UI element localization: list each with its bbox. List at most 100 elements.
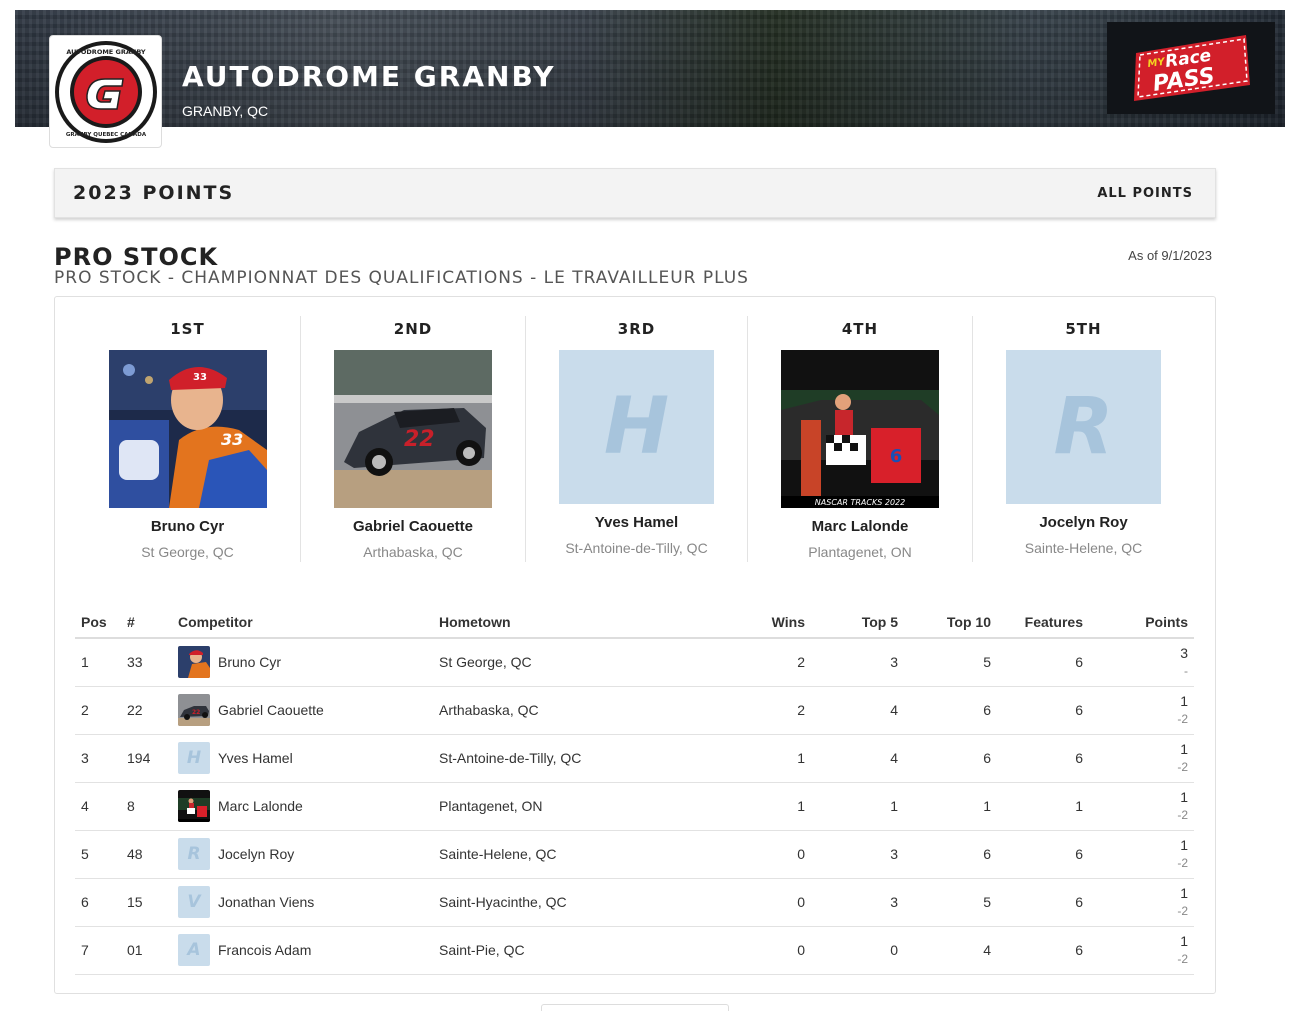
cell-number: 22: [121, 686, 172, 735]
table-row[interactable]: 2 22 22 Gabriel Caouette Arthabaska, QC …: [75, 686, 1194, 735]
cell-points: 1: [1180, 885, 1188, 901]
points-behind: -2: [1177, 712, 1188, 726]
granby-logo-icon: AUTODROME GRANBY GRANBY QUEBEC CANADA: [54, 40, 157, 143]
cell-top10: 6: [904, 830, 997, 879]
podium-fifth[interactable]: 5TH R Jocelyn Roy Sainte-Helene, QC: [972, 316, 1194, 562]
all-points-link[interactable]: ALL POINTS: [1097, 186, 1193, 201]
svg-text:22: 22: [404, 427, 435, 452]
cell-number: 01: [121, 926, 172, 975]
podium-place: 3RD: [617, 320, 656, 338]
cell-pos: 1: [75, 638, 121, 687]
col-top10[interactable]: Top 10: [904, 606, 997, 639]
placeholder-letter: R: [187, 844, 201, 864]
cell-features: 6: [997, 878, 1089, 927]
cell-top10: 5: [904, 638, 997, 687]
col-top5[interactable]: Top 5: [811, 606, 904, 639]
competitor-name[interactable]: Bruno Cyr: [218, 654, 281, 670]
competitor-name[interactable]: Marc Lalonde: [218, 798, 303, 814]
points-behind: -2: [1177, 760, 1188, 774]
cell-hometown: St-Antoine-de-Tilly, QC: [433, 734, 733, 783]
competitor-name[interactable]: Jonathan Viens: [218, 894, 314, 910]
cell-top10: 4: [904, 926, 997, 975]
podium-hometown: St-Antoine-de-Tilly, QC: [565, 540, 708, 556]
cell-hometown: Saint-Hyacinthe, QC: [433, 878, 733, 927]
svg-text:GRANBY QUEBEC CANADA: GRANBY QUEBEC CANADA: [65, 132, 146, 138]
competitor-name[interactable]: Gabriel Caouette: [218, 702, 324, 718]
cell-points: 1: [1180, 933, 1188, 949]
podium-first[interactable]: 1ST 33 33 Bruno Cyr St George, QC: [75, 316, 300, 562]
col-points[interactable]: Points: [1089, 606, 1194, 639]
driver-thumbnail[interactable]: R: [178, 838, 210, 870]
col-number[interactable]: #: [121, 606, 172, 639]
cell-hometown: Sainte-Helene, QC: [433, 830, 733, 879]
col-features[interactable]: Features: [997, 606, 1089, 639]
driver-thumbnail[interactable]: A: [178, 934, 210, 966]
cell-wins: 1: [733, 782, 811, 831]
podium-third[interactable]: 3RD H Yves Hamel St-Antoine-de-Tilly, QC: [525, 316, 747, 562]
podium-name: Jocelyn Roy: [1039, 514, 1128, 531]
table-header-row: Pos # Competitor Hometown Wins Top 5 Top…: [75, 606, 1194, 639]
track-logo[interactable]: AUTODROME GRANBY GRANBY QUEBEC CANADA: [49, 35, 162, 148]
col-wins[interactable]: Wins: [733, 606, 811, 639]
track-name: AUTODROME GRANBY: [182, 60, 556, 93]
placeholder-letter: A: [187, 940, 201, 960]
driver-thumbnail[interactable]: [178, 646, 210, 679]
cell-pos: 3: [75, 734, 121, 783]
driver-thumbnail[interactable]: [178, 790, 210, 822]
competitor-name[interactable]: Jocelyn Roy: [218, 846, 294, 862]
podium-hometown: Plantagenet, ON: [808, 544, 912, 560]
standings-table: Pos # Competitor Hometown Wins Top 5 Top…: [75, 606, 1194, 975]
cell-top5: 0: [811, 926, 904, 975]
driver-thumbnail[interactable]: H: [178, 742, 210, 774]
podium: 1ST 33 33 Bruno Cyr St George, QC 2ND 22…: [75, 316, 1195, 566]
as-of-date: As of 9/1/2023: [1128, 248, 1212, 263]
podium-hometown: Sainte-Helene, QC: [1024, 540, 1143, 556]
podium-name: Yves Hamel: [594, 514, 679, 531]
driver-thumbnail[interactable]: 22: [178, 694, 210, 726]
table-row[interactable]: 6 15 V Jonathan Viens Saint-Hyacinthe, Q…: [75, 878, 1194, 927]
cell-features: 6: [997, 830, 1089, 879]
podium-place: 2ND: [393, 320, 433, 338]
table-row[interactable]: 4 8 Marc Lalonde Plantagenet, ON 1 1 1 1…: [75, 782, 1194, 831]
cell-points: 1: [1180, 837, 1188, 853]
points-behind: -2: [1177, 904, 1188, 918]
col-pos[interactable]: Pos: [75, 606, 121, 639]
cell-hometown: St George, QC: [433, 638, 733, 687]
competitor-name[interactable]: Yves Hamel: [218, 750, 293, 766]
car-photo[interactable]: 22: [334, 350, 492, 508]
placeholder-avatar[interactable]: R: [1006, 350, 1161, 504]
myracepass-logo[interactable]: MY Race PASS: [1107, 22, 1275, 114]
table-row[interactable]: 5 48 R Jocelyn Roy Sainte-Helene, QC 0 3…: [75, 830, 1194, 879]
victory-lane-photo[interactable]: 6 NASCAR TRACKS 2022: [781, 350, 939, 508]
cell-number: 8: [121, 782, 172, 831]
cell-number: 33: [121, 638, 172, 687]
cell-features: 1: [997, 782, 1089, 831]
cell-top5: 3: [811, 830, 904, 879]
cell-number: 48: [121, 830, 172, 879]
driver-thumbnail[interactable]: V: [178, 886, 210, 918]
col-competitor[interactable]: Competitor: [172, 606, 433, 639]
points-header-card: 2023 POINTS ALL POINTS: [54, 168, 1216, 218]
cell-top5: 1: [811, 782, 904, 831]
cell-points: 1: [1180, 693, 1188, 709]
driver-photo[interactable]: 33 33: [108, 350, 267, 508]
podium-place: 5TH: [1065, 320, 1102, 338]
cell-number: 15: [121, 878, 172, 927]
col-hometown[interactable]: Hometown: [433, 606, 733, 639]
placeholder-avatar[interactable]: H: [559, 350, 714, 504]
load-more-button[interactable]: [541, 1004, 729, 1011]
podium-second[interactable]: 2ND 22 Gabriel Caouette Arthabaska, QC: [300, 316, 525, 562]
cell-features: 6: [997, 734, 1089, 783]
cell-top5: 3: [811, 878, 904, 927]
svg-text:33: 33: [193, 372, 207, 383]
cell-wins: 0: [733, 878, 811, 927]
cell-pos: 6: [75, 878, 121, 927]
cell-top10: 6: [904, 686, 997, 735]
table-row[interactable]: 1 33 Bruno Cyr St George, QC 2 3 5 6 3 -: [75, 638, 1194, 687]
podium-fourth[interactable]: 4TH 6 NASCAR TRACKS 2022 Marc Lalonde Pl…: [747, 316, 972, 562]
competitor-name[interactable]: Francois Adam: [218, 942, 311, 958]
table-row[interactable]: 3 194 H Yves Hamel St-Antoine-de-Tilly, …: [75, 734, 1194, 783]
svg-text:AUTODROME GRANBY: AUTODROME GRANBY: [66, 48, 146, 56]
cell-pos: 5: [75, 830, 121, 879]
table-row[interactable]: 7 01 A Francois Adam Saint-Pie, QC 0 0 4…: [75, 926, 1194, 975]
